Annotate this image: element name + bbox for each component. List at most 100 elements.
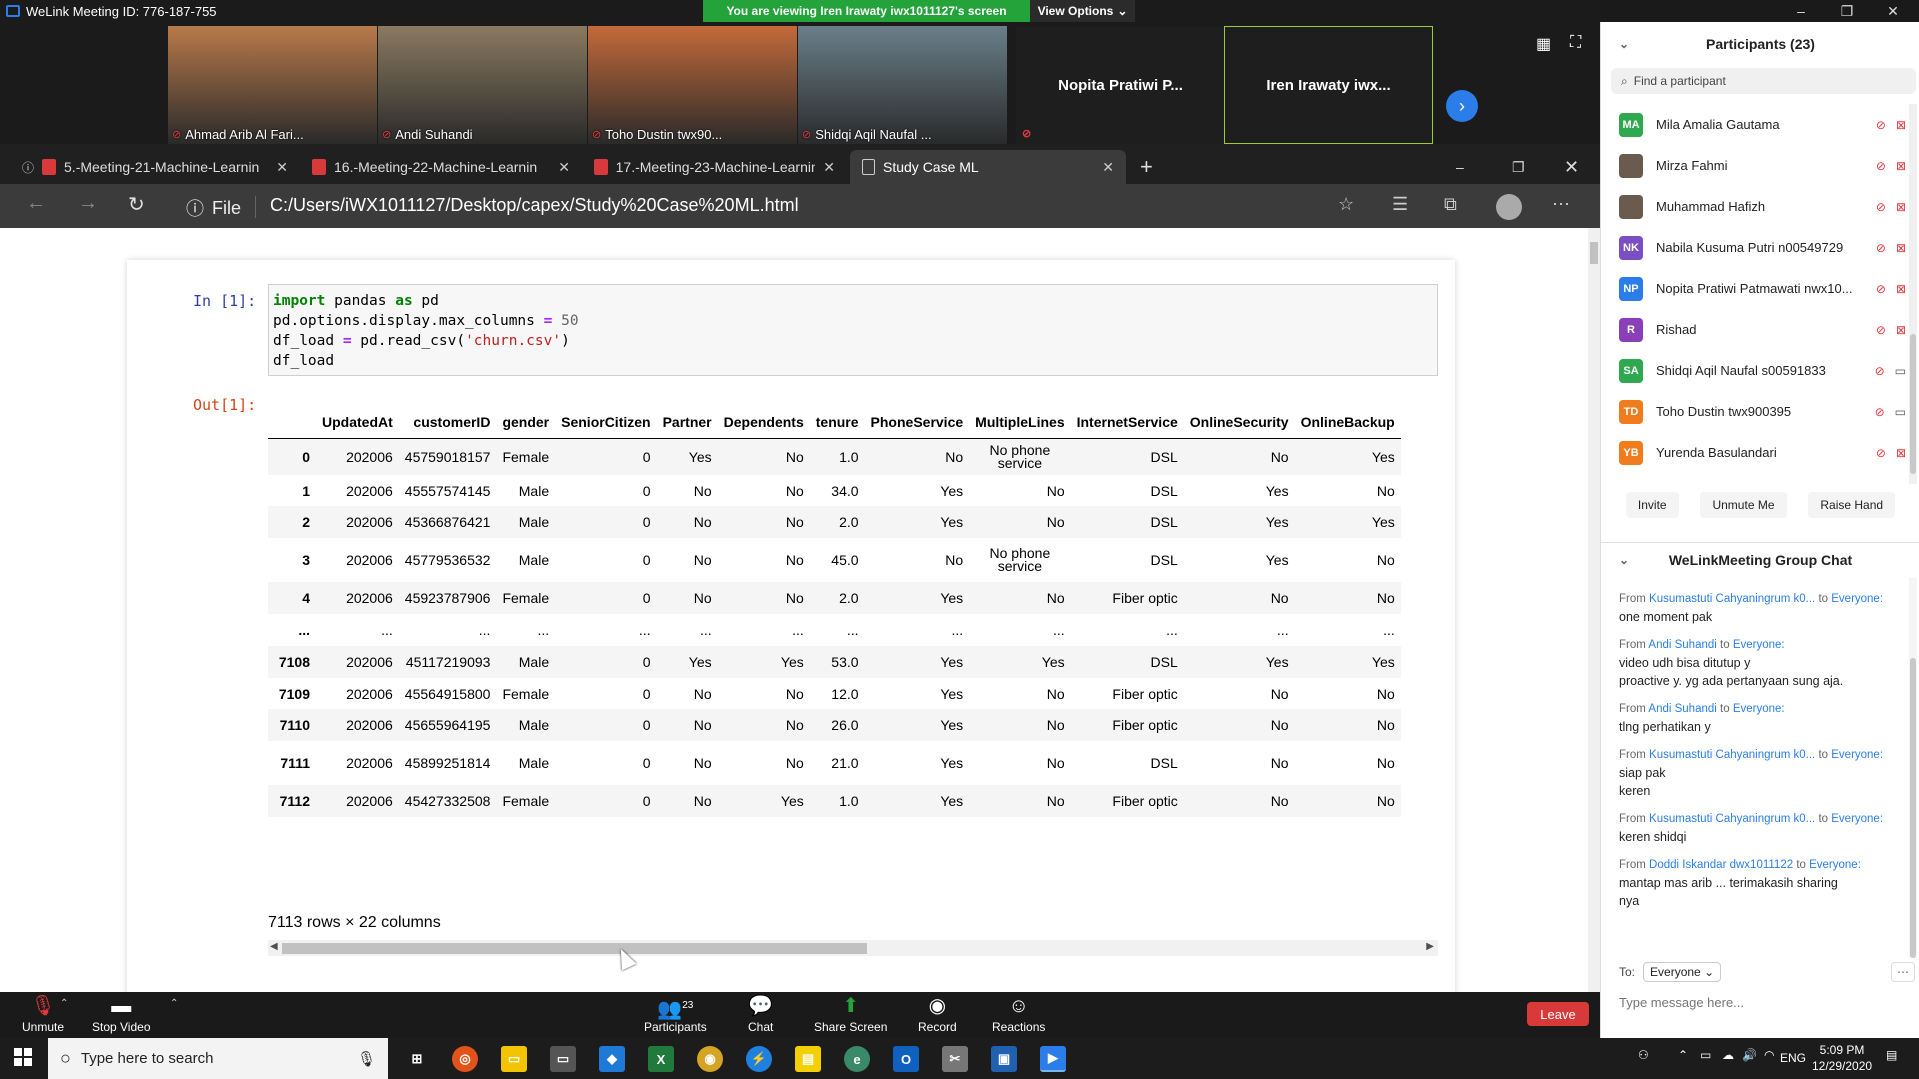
scrollbar-thumb[interactable]	[282, 943, 867, 954]
chevron-up-icon[interactable]: ⌃	[1678, 1048, 1688, 1062]
more-options-button[interactable]: ⋯	[1891, 962, 1915, 982]
participant-row[interactable]: TD Toho Dustin twx900395 ⊘ ▭	[1601, 391, 1906, 432]
collections-icon[interactable]: ⧉	[1444, 194, 1457, 215]
collapse-icon[interactable]: ⌄	[1619, 37, 1629, 51]
participant-row[interactable]: R Rishad ⊘ ⊠	[1601, 309, 1906, 350]
notification-icon[interactable]: ▤	[1886, 1048, 1897, 1062]
chat-sender[interactable]: Andi Suhandi	[1648, 703, 1716, 715]
next-page-button[interactable]: ›	[1446, 90, 1478, 122]
url-field[interactable]: C:/Users/iWX1011127/Desktop/capex/Study%…	[270, 195, 799, 216]
view-options-button[interactable]: View Options ⌄	[1030, 0, 1135, 22]
close-tab-icon[interactable]: ✕	[558, 159, 570, 176]
terminal-icon[interactable]: ▭	[550, 1046, 576, 1072]
code-cell[interactable]: import pandas as pd pd.options.display.ma…	[268, 284, 1438, 376]
scrollbar-thumb[interactable]	[1910, 658, 1916, 958]
participants-button[interactable]: 👥23 Participants	[644, 994, 707, 1034]
battery-icon[interactable]: ▭	[1700, 1048, 1711, 1062]
welink-taskbar-icon[interactable]: ▶	[1040, 1046, 1066, 1072]
site-info-button[interactable]: ⓘ File	[186, 195, 241, 221]
participant-row[interactable]: YB Yurenda Basulandari ⊘ ⊠	[1601, 432, 1906, 473]
stop-video-button[interactable]: ▬ Stop Video	[92, 994, 151, 1034]
clock[interactable]: 5:09 PM 12/29/2020	[1812, 1042, 1872, 1074]
chat-scrollbar[interactable]	[1909, 578, 1917, 958]
participant-row[interactable]: NP Nopita Pratiwi Patmawati nwx10... ⊘ ⊠	[1601, 268, 1906, 309]
chrome-icon[interactable]: ◉	[697, 1046, 723, 1072]
close-tab-icon[interactable]: ✕	[276, 159, 288, 176]
unmute-me-button[interactable]: Unmute Me	[1700, 492, 1787, 518]
snipping-icon[interactable]: ✂	[942, 1046, 968, 1072]
scrollbar-thumb[interactable]	[1590, 242, 1598, 264]
find-participant-input[interactable]: ⌕ Find a participant	[1611, 68, 1916, 94]
favorites-icon[interactable]: ☰	[1392, 194, 1408, 215]
close-tab-icon[interactable]: ✕	[823, 159, 835, 176]
scrollbar-thumb[interactable]	[1910, 334, 1916, 474]
edge-icon[interactable]: e	[844, 1046, 870, 1072]
browser-restore-button[interactable]: ❐	[1500, 150, 1537, 184]
browser-close-button[interactable]: ✕	[1552, 150, 1591, 184]
tab-meeting-23[interactable]: 17.-Meeting-23-Machine-Learnin ✕	[582, 150, 847, 184]
participant-row[interactable]: MA Mila Amalia Gautama ⊘ ⊠	[1601, 104, 1906, 145]
close-tab-icon[interactable]: ✕	[1102, 159, 1114, 176]
layout-icon[interactable]: ▦	[1536, 34, 1551, 54]
video-tile[interactable]: ⊘ Toho Dustin twx90...	[588, 26, 797, 144]
language-indicator[interactable]: ENG	[1780, 1051, 1806, 1065]
taskbar-search-input[interactable]: ○ Type here to search 🎙	[48, 1038, 388, 1079]
tab-meeting-21[interactable]: ⓘ 5.-Meeting-21-Machine-Learnin ✕	[10, 150, 300, 184]
reactions-button[interactable]: ☺ Reactions	[992, 994, 1045, 1034]
back-icon[interactable]: ←	[26, 192, 46, 215]
chevron-up-icon[interactable]: ⌃	[170, 998, 178, 1009]
page-scrollbar[interactable]	[1588, 228, 1600, 992]
new-tab-button[interactable]: +	[1128, 150, 1165, 184]
scroll-right-icon[interactable]: ▶	[1426, 941, 1434, 952]
video-tile[interactable]: ⊘ Shidqi Aqil Naufal ...	[798, 26, 1007, 144]
participant-row[interactable]: Mirza Fahmi ⊘ ⊠	[1601, 145, 1906, 186]
minimize-window-button[interactable]: –	[1778, 0, 1824, 22]
tab-study-case-ml[interactable]: Study Case ML ✕	[850, 150, 1126, 184]
video-tile-iren[interactable]: Iren Irawaty iwx...	[1224, 26, 1433, 144]
chat-sender[interactable]: Kusumastuti Cahyaningrum k0...	[1649, 813, 1815, 825]
restore-window-button[interactable]: ❐	[1824, 0, 1870, 22]
favorite-star-icon[interactable]: ☆	[1338, 194, 1354, 215]
outlook-icon[interactable]: O	[893, 1046, 919, 1072]
ubuntu-icon[interactable]: ◎	[452, 1046, 478, 1072]
people-icon[interactable]: ⚇	[1638, 1048, 1649, 1062]
participant-row[interactable]: SA Shidqi Aqil Naufal s00591833 ⊘ ▭	[1601, 350, 1906, 391]
video-tile[interactable]: ⊘ Ahmad Arib Al Fari...	[168, 26, 377, 144]
chat-sender[interactable]: Kusumastuti Cahyaningrum k0...	[1649, 749, 1815, 761]
fullscreen-icon[interactable]: ⛶	[1570, 34, 1581, 52]
participant-row[interactable]: NK Nabila Kusuma Putri n00549729 ⊘ ⊠	[1601, 227, 1906, 268]
invite-button[interactable]: Invite	[1625, 492, 1679, 518]
tab-meeting-22[interactable]: 16.-Meeting-22-Machine-Learnin ✕	[300, 150, 582, 184]
photos-icon[interactable]: ▣	[991, 1046, 1017, 1072]
record-button[interactable]: ◉ Record	[918, 994, 957, 1034]
refresh-icon[interactable]: ↻	[128, 192, 145, 217]
profile-avatar[interactable]	[1496, 194, 1522, 220]
chevron-up-icon[interactable]: ⌃	[60, 998, 68, 1009]
chat-button[interactable]: 💬 Chat	[748, 994, 773, 1034]
horizontal-scrollbar[interactable]: ◀ ▶	[268, 940, 1438, 956]
chat-message-input[interactable]	[1619, 990, 1909, 1014]
scroll-left-icon[interactable]: ◀	[270, 941, 278, 952]
browser-minimize-button[interactable]: –	[1444, 150, 1476, 184]
more-icon[interactable]: ⋯	[1552, 194, 1570, 215]
leave-button[interactable]: Leave	[1527, 1002, 1589, 1026]
participant-row[interactable]: Muhammad Hafizh ⊘ ⊠	[1601, 186, 1906, 227]
chat-sender[interactable]: Doddi Iskandar dwx1011122	[1649, 859, 1793, 871]
onedrive-icon[interactable]: ☁	[1722, 1048, 1734, 1062]
wifi-icon[interactable]: ◠	[1764, 1048, 1774, 1062]
file-explorer-icon[interactable]: ▭	[501, 1046, 527, 1072]
thunder-icon[interactable]: ⚡	[746, 1046, 772, 1072]
close-window-button[interactable]: ✕	[1870, 0, 1916, 22]
vscode-icon[interactable]: ◆	[599, 1046, 625, 1072]
microphone-icon[interactable]: 🎙	[357, 1050, 376, 1068]
video-tile[interactable]: ⊘ Andi Suhandi	[378, 26, 587, 144]
start-button[interactable]	[14, 1048, 32, 1066]
volume-icon[interactable]: 🔊	[1742, 1048, 1757, 1062]
recipient-select[interactable]: Everyone ⌄	[1643, 962, 1722, 982]
participants-scrollbar[interactable]	[1909, 104, 1917, 484]
video-tile-nopita[interactable]: Nopita Pratiwi P... ⊘	[1016, 26, 1225, 144]
excel-icon[interactable]: X	[648, 1046, 674, 1072]
unmute-button[interactable]: 🎙 Unmute	[22, 994, 64, 1034]
sticky-notes-icon[interactable]: ▤	[795, 1046, 821, 1072]
task-view-icon[interactable]: ⊞	[404, 1046, 430, 1072]
